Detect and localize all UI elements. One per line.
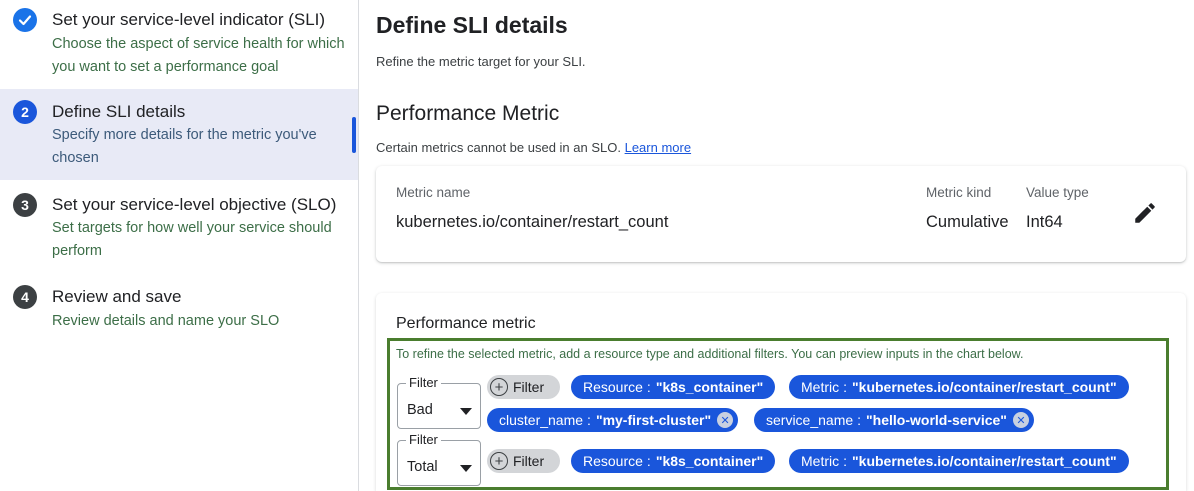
step-number-badge: 2 xyxy=(13,100,37,124)
step-title: Set your service-level objective (SLO) xyxy=(52,195,337,214)
metric-name-label: Metric name xyxy=(396,185,471,200)
metric-name-value: kubernetes.io/container/restart_count xyxy=(396,213,669,231)
step-title: Set your service-level indicator (SLI) xyxy=(52,10,326,29)
filter-select-total[interactable]: Filter Total xyxy=(397,432,481,486)
metric-card: Metric name kubernetes.io/container/rest… xyxy=(376,166,1186,262)
filter-chip[interactable]: Resource: "k8s_container" xyxy=(571,375,776,399)
step-1-sli[interactable]: Set your service-level indicator (SLI) C… xyxy=(0,0,358,88)
add-filter-button[interactable]: + Filter xyxy=(487,449,560,473)
chip-key: Metric xyxy=(801,379,840,395)
step-number-badge: 4 xyxy=(13,285,37,309)
dropdown-arrow-icon xyxy=(460,465,472,472)
remove-chip-icon[interactable]: ✕ xyxy=(1012,412,1029,428)
add-filter-label: Filter xyxy=(513,379,545,395)
step-title: Define SLI details xyxy=(52,102,186,121)
filter-hint: To refine the selected metric, add a res… xyxy=(396,347,1024,361)
page-subtitle: Refine the metric target for your SLI. xyxy=(376,54,586,69)
filter-chip[interactable]: service_name: "hello-world-service" ✕ xyxy=(754,408,1034,432)
active-step-indicator xyxy=(352,117,356,153)
pencil-icon[interactable] xyxy=(1132,200,1158,226)
filter-select-value: Bad xyxy=(407,402,433,418)
filter-select-label: Filter xyxy=(406,375,441,390)
step-description: Set targets for how well your service sh… xyxy=(52,220,332,259)
plus-circle-icon: + xyxy=(490,378,508,396)
learn-more-link[interactable]: Learn more xyxy=(625,140,691,155)
chip-key: Metric xyxy=(801,453,840,469)
step-3-slo[interactable]: 3 Set your service-level objective (SLO)… xyxy=(0,182,358,270)
section-title: Performance Metric xyxy=(376,102,560,125)
step-title: Review and save xyxy=(52,287,182,306)
add-filter-button[interactable]: + Filter xyxy=(487,375,560,399)
page-title: Define SLI details xyxy=(376,12,568,38)
step-description: Choose the aspect of service health for … xyxy=(52,36,345,75)
step-description: Review details and name your SLO xyxy=(52,313,280,329)
section-note: Certain metrics cannot be used in an SLO… xyxy=(376,140,691,155)
dropdown-arrow-icon xyxy=(460,408,472,415)
note-text: Certain metrics cannot be used in an SLO… xyxy=(376,140,621,155)
chip-key: Resource xyxy=(583,453,643,469)
step-2-sli-details[interactable]: 2 Define SLI details Specify more detail… xyxy=(0,89,358,180)
value-type-label: Value type xyxy=(1026,185,1089,200)
chip-key: Resource xyxy=(583,379,643,395)
step-description: Specify more details for the metric you'… xyxy=(52,127,317,166)
filter-chip[interactable]: cluster_name: "my-first-cluster" ✕ xyxy=(487,408,739,432)
add-filter-label: Filter xyxy=(513,453,545,469)
metric-kind-label: Metric kind xyxy=(926,185,992,200)
plus-circle-icon: + xyxy=(490,452,508,470)
filter-chip[interactable]: Resource: "k8s_container" xyxy=(571,449,776,473)
stepper-sidebar: Set your service-level indicator (SLI) C… xyxy=(0,0,359,491)
chip-value: "kubernetes.io/container/restart_count" xyxy=(852,453,1117,469)
filter-select-bad[interactable]: Filter Bad xyxy=(397,375,481,429)
filter-chip[interactable]: Metric: "kubernetes.io/container/restart… xyxy=(789,375,1129,399)
step-4-review[interactable]: 4 Review and save Review details and nam… xyxy=(0,274,358,344)
filter-chip[interactable]: Metric: "kubernetes.io/container/restart… xyxy=(789,449,1129,473)
chip-value: "k8s_container" xyxy=(655,379,764,395)
metric-kind-value: Cumulative xyxy=(926,213,1009,231)
check-icon xyxy=(13,8,37,32)
chip-value: "k8s_container" xyxy=(655,453,764,469)
remove-chip-icon[interactable]: ✕ xyxy=(717,412,734,428)
chip-key: cluster_name xyxy=(499,412,584,428)
chip-value: "kubernetes.io/container/restart_count" xyxy=(852,379,1117,395)
filter-select-label: Filter xyxy=(406,432,441,447)
chip-value: "hello-world-service" xyxy=(866,412,1007,428)
step-number-badge: 3 xyxy=(13,193,37,217)
chip-value: "my-first-cluster" xyxy=(595,412,712,428)
chip-key: service_name xyxy=(766,412,854,428)
value-type-value: Int64 xyxy=(1026,213,1063,231)
filter-select-value: Total xyxy=(407,459,438,475)
perf-card-title: Performance metric xyxy=(396,315,536,332)
